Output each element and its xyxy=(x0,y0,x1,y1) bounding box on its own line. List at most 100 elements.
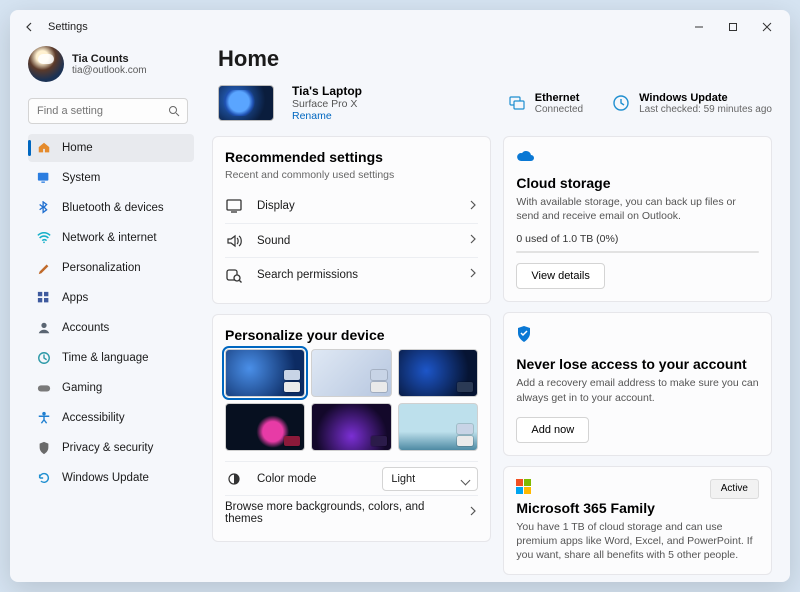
add-now-button[interactable]: Add now xyxy=(516,417,589,443)
back-button[interactable] xyxy=(16,13,44,41)
color-mode-row: Color mode Light xyxy=(225,461,478,495)
network-status[interactable]: Ethernet Connected xyxy=(507,92,583,115)
nav-label: Gaming xyxy=(62,382,102,394)
rename-link[interactable]: Rename xyxy=(292,110,362,122)
theme-option-3[interactable] xyxy=(398,349,478,397)
close-button[interactable] xyxy=(750,13,784,41)
ethernet-icon xyxy=(507,93,527,113)
titlebar: Settings xyxy=(10,10,790,44)
nav-label: Windows Update xyxy=(62,472,149,484)
minimize-button[interactable] xyxy=(682,13,716,41)
avatar xyxy=(28,46,64,82)
chevron-right-icon xyxy=(468,200,478,213)
search-input[interactable] xyxy=(28,98,188,124)
nav-label: Privacy & security xyxy=(62,442,153,454)
nav-item-brush[interactable]: Personalization xyxy=(28,254,194,282)
sound-icon xyxy=(225,232,243,250)
nav-label: Bluetooth & devices xyxy=(62,202,164,214)
nav-item-gaming[interactable]: Gaming xyxy=(28,374,194,402)
profile-block[interactable]: Tia Counts tia@outlook.com xyxy=(28,46,194,82)
maximize-button[interactable] xyxy=(716,13,750,41)
m365-body: You have 1 TB of cloud storage and can u… xyxy=(516,520,759,563)
time-icon xyxy=(36,350,52,366)
recommended-display[interactable]: Display xyxy=(225,189,478,223)
row-label: Display xyxy=(257,200,295,212)
profile-email: tia@outlook.com xyxy=(72,65,147,76)
home-icon xyxy=(36,140,52,156)
settings-window: Settings Tia Counts tia@outlook.com Home… xyxy=(10,10,790,582)
chevron-right-icon xyxy=(468,234,478,247)
cloud-title: Cloud storage xyxy=(516,175,759,191)
recommended-search[interactable]: Search permissions xyxy=(225,257,478,291)
update-icon xyxy=(36,470,52,486)
nav-label: Home xyxy=(62,142,93,154)
row-label: Sound xyxy=(257,235,290,247)
bluetooth-icon xyxy=(36,200,52,216)
device-thumbnail[interactable] xyxy=(218,85,274,121)
nav-item-apps[interactable]: Apps xyxy=(28,284,194,312)
recommended-sub: Recent and commonly used settings xyxy=(225,169,478,181)
theme-option-4[interactable] xyxy=(225,403,305,451)
personalize-card: Personalize your device xyxy=(212,314,491,542)
browse-more-row[interactable]: Browse more backgrounds, colors, and the… xyxy=(225,495,478,529)
browse-more-label: Browse more backgrounds, colors, and the… xyxy=(225,501,454,525)
update-title: Windows Update xyxy=(639,92,772,104)
nav-item-wifi[interactable]: Network & internet xyxy=(28,224,194,252)
theme-option-2[interactable] xyxy=(311,349,391,397)
system-icon xyxy=(36,170,52,186)
apps-icon xyxy=(36,290,52,306)
theme-option-6[interactable] xyxy=(398,403,478,451)
chevron-right-icon xyxy=(468,506,478,519)
device-model: Surface Pro X xyxy=(292,98,362,110)
update-status[interactable]: Windows Update Last checked: 59 minutes … xyxy=(611,92,772,115)
recovery-title: Never lose access to your account xyxy=(516,356,759,372)
nav-item-bluetooth[interactable]: Bluetooth & devices xyxy=(28,194,194,222)
recovery-card: Never lose access to your account Add a … xyxy=(503,312,772,455)
m365-status-badge: Active xyxy=(710,479,759,499)
brush-icon xyxy=(36,260,52,276)
nav-item-time[interactable]: Time & language xyxy=(28,344,194,372)
cloud-storage-card: Cloud storage With available storage, yo… xyxy=(503,136,772,302)
shield-check-icon xyxy=(516,325,759,348)
cloud-progress xyxy=(516,251,759,253)
search-icon xyxy=(168,104,180,122)
nav-item-system[interactable]: System xyxy=(28,164,194,192)
color-mode-select[interactable]: Light xyxy=(382,467,478,491)
recommended-card: Recommended settings Recent and commonly… xyxy=(212,136,491,304)
update-sub: Last checked: 59 minutes ago xyxy=(639,104,772,115)
nav-label: System xyxy=(62,172,100,184)
color-mode-icon xyxy=(225,470,243,488)
color-mode-label: Color mode xyxy=(257,473,316,485)
search-icon xyxy=(225,266,243,284)
nav-item-privacy[interactable]: Privacy & security xyxy=(28,434,194,462)
theme-option-1[interactable] xyxy=(225,349,305,397)
nav-item-accessibility[interactable]: Accessibility xyxy=(28,404,194,432)
nav-label: Time & language xyxy=(62,352,149,364)
nav-item-update[interactable]: Windows Update xyxy=(28,464,194,492)
recommended-sound[interactable]: Sound xyxy=(225,223,478,257)
nav-item-account[interactable]: Accounts xyxy=(28,314,194,342)
nav-label: Accessibility xyxy=(62,412,125,424)
view-details-button[interactable]: View details xyxy=(516,263,605,289)
personalize-title: Personalize your device xyxy=(225,327,478,343)
nav-item-home[interactable]: Home xyxy=(28,134,194,162)
device-name: Tia's Laptop xyxy=(292,84,362,98)
arrow-left-icon xyxy=(24,21,36,33)
page-title: Home xyxy=(218,46,772,72)
theme-option-5[interactable] xyxy=(311,403,391,451)
network-sub: Connected xyxy=(535,104,583,115)
account-icon xyxy=(36,320,52,336)
nav-label: Apps xyxy=(62,292,88,304)
profile-name: Tia Counts xyxy=(72,53,147,65)
recommended-title: Recommended settings xyxy=(225,149,478,165)
m365-card: Active Microsoft 365 Family You have 1 T… xyxy=(503,466,772,576)
nav-label: Accounts xyxy=(62,322,109,334)
sidebar: Tia Counts tia@outlook.com Home System Blu… xyxy=(10,44,200,582)
window-title: Settings xyxy=(48,21,88,33)
nav-label: Personalization xyxy=(62,262,141,274)
cloud-usage: 0 used of 1.0 TB (0%) xyxy=(516,233,759,245)
chevron-right-icon xyxy=(468,268,478,281)
gaming-icon xyxy=(36,380,52,396)
nav-list: Home System Bluetooth & devices Network & i… xyxy=(28,134,194,492)
wifi-icon xyxy=(36,230,52,246)
